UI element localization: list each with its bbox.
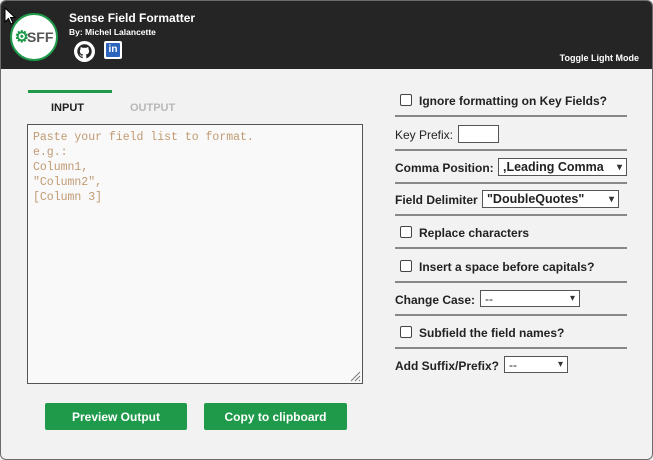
insert-space-label: Insert a space before capitals?: [419, 260, 595, 274]
change-case-select[interactable]: -- ▾: [480, 290, 580, 307]
divider: [395, 281, 627, 283]
suffix-prefix-label: Add Suffix/Prefix?: [395, 359, 500, 373]
preview-output-button[interactable]: Preview Output: [45, 403, 187, 430]
chevron-down-icon: ▾: [616, 161, 622, 173]
divider: [395, 247, 627, 249]
insert-space-checkbox[interactable]: [400, 260, 412, 272]
app-window: ⚙ SFF Sense Field Formatter By: Michel La…: [0, 0, 653, 460]
mouse-cursor-icon: [4, 7, 16, 25]
chevron-down-icon: ▾: [569, 293, 575, 304]
tab-output[interactable]: OUTPUT: [130, 102, 175, 114]
toggle-light-mode-button[interactable]: Toggle Light Mode: [560, 53, 639, 63]
divider: [395, 149, 627, 151]
github-icon[interactable]: [74, 41, 95, 62]
active-tab-indicator: [28, 90, 112, 93]
comma-position-select[interactable]: ,Leading Comma ▾: [498, 158, 627, 176]
divider: [395, 347, 627, 349]
subfield-checkbox[interactable]: [400, 326, 412, 338]
tab-input[interactable]: INPUT: [51, 102, 84, 114]
logo-text: SFF: [26, 29, 54, 45]
divider: [395, 214, 627, 216]
replace-characters-label: Replace characters: [419, 226, 530, 240]
field-delimiter-select[interactable]: "DoubleQuotes" ▾: [482, 190, 619, 208]
divider: [395, 182, 627, 184]
change-case-label: Change Case:: [395, 293, 476, 307]
app-header: ⚙ SFF Sense Field Formatter By: Michel La…: [1, 1, 652, 69]
app-logo: ⚙ SFF: [10, 13, 58, 61]
field-delimiter-label: Field Delimiter: [395, 193, 478, 207]
resize-handle-icon[interactable]: [349, 370, 361, 382]
suffix-prefix-select[interactable]: -- ▾: [504, 356, 568, 373]
copy-to-clipboard-button[interactable]: Copy to clipboard: [204, 403, 347, 430]
subfield-label: Subfield the field names?: [419, 326, 565, 340]
chevron-down-icon: ▾: [557, 359, 563, 370]
app-author: By: Michel Lalancette: [69, 27, 156, 37]
ignore-key-fields-label: Ignore formatting on Key Fields?: [419, 94, 608, 108]
ignore-key-fields-checkbox[interactable]: [400, 94, 412, 106]
comma-position-value: ,Leading Comma: [503, 160, 604, 174]
divider: [395, 115, 627, 117]
field-delimiter-value: "DoubleQuotes": [487, 192, 585, 206]
replace-characters-checkbox[interactable]: [400, 226, 412, 238]
key-prefix-input[interactable]: [458, 125, 499, 143]
app-title: Sense Field Formatter: [69, 11, 196, 25]
divider: [395, 314, 627, 316]
field-list-input[interactable]: [27, 124, 363, 384]
chevron-down-icon: ▾: [608, 193, 614, 205]
change-case-value: --: [485, 291, 493, 306]
key-prefix-label: Key Prefix:: [395, 128, 454, 142]
comma-position-label: Comma Position:: [395, 161, 494, 175]
suffix-prefix-value: --: [509, 357, 517, 372]
linkedin-icon[interactable]: in: [104, 41, 122, 59]
